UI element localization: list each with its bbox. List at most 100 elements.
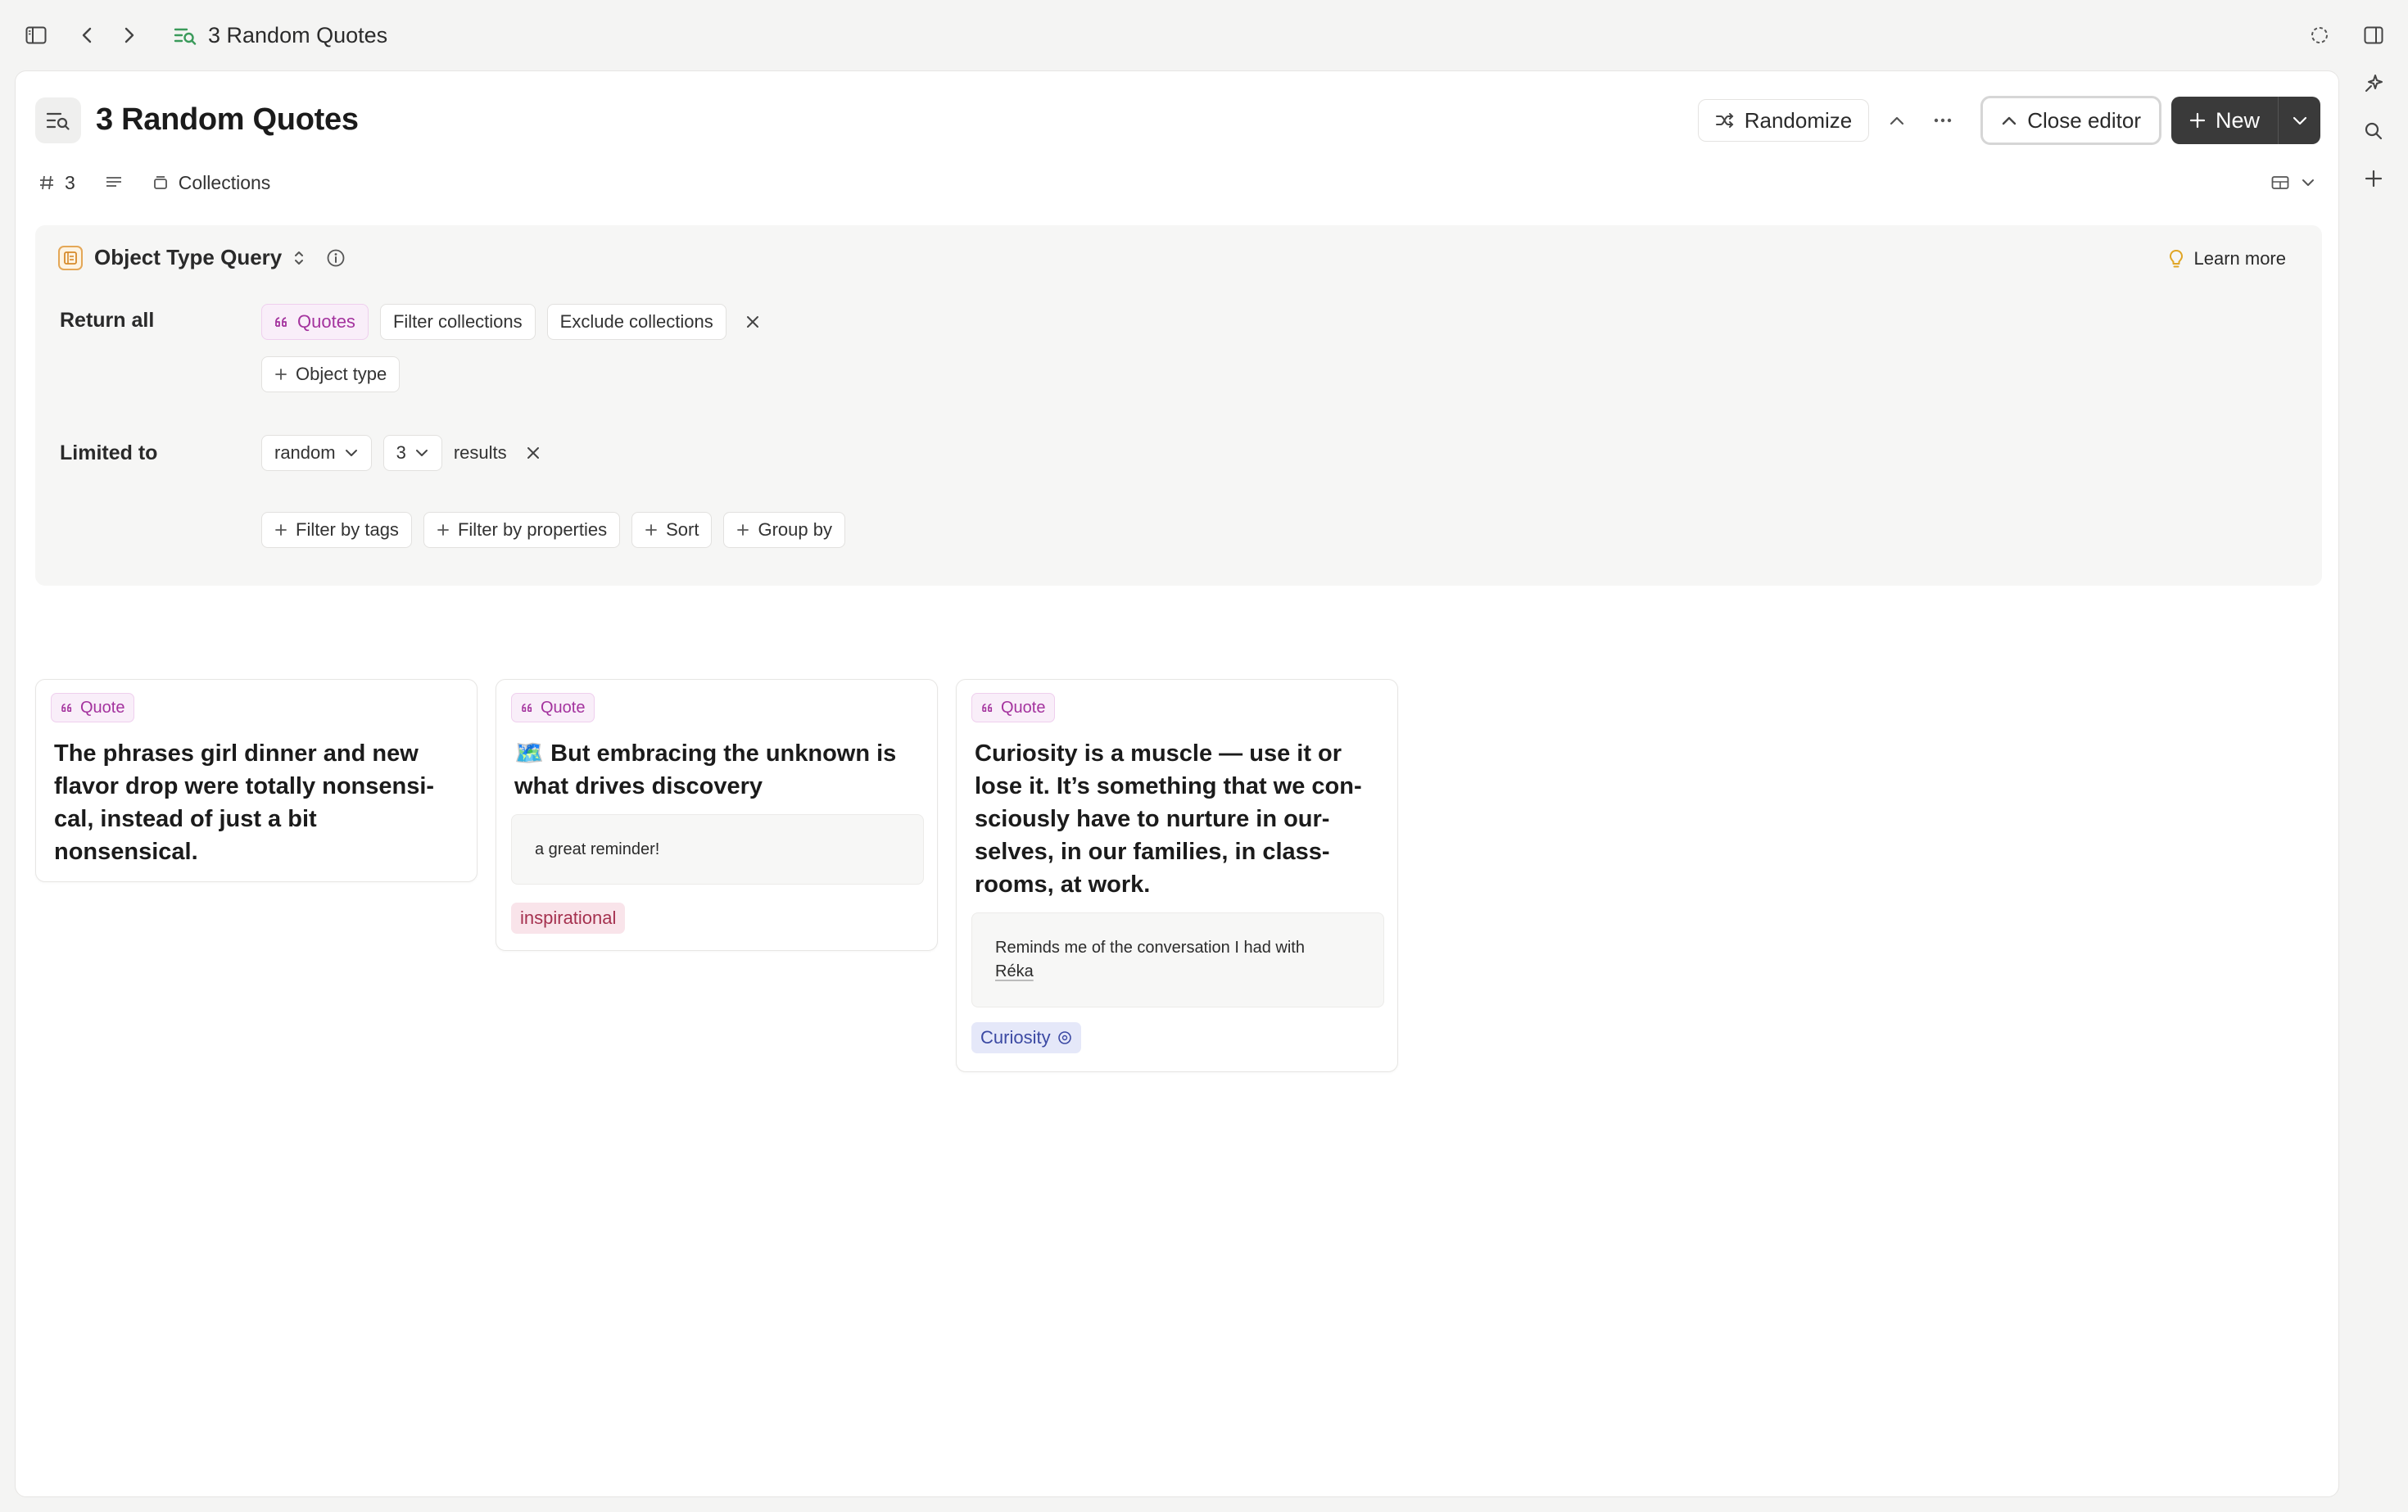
filter-collections-chip[interactable]: Filter collections — [379, 304, 536, 340]
note-text: a great reminder! — [535, 840, 660, 858]
learn-more-label: Learn more — [2193, 248, 2286, 269]
exclude-collections-chip[interactable]: Exclude collections — [546, 304, 726, 340]
search-icon[interactable] — [2356, 113, 2392, 149]
plus-icon — [437, 523, 450, 536]
add-icon[interactable] — [2356, 161, 2392, 197]
new-button-group: New — [2170, 97, 2320, 144]
sync-icon[interactable] — [2302, 17, 2338, 53]
more-options-icon[interactable] — [1921, 99, 1964, 142]
mention-link[interactable]: Réka — [995, 960, 1360, 984]
quote-type-badge: Quote — [511, 693, 595, 722]
tag-badge[interactable]: inspirational — [511, 903, 626, 934]
ai-sparkle-icon[interactable] — [2356, 66, 2392, 102]
quote-badge-label: Quote — [80, 698, 125, 717]
window-title[interactable]: 3 Random Quotes — [174, 18, 387, 52]
quotes-type-chip[interactable]: Quotes — [261, 304, 369, 340]
query-type-selector[interactable]: Object Type Query — [58, 245, 346, 270]
right-panel-toggle-icon[interactable] — [2356, 17, 2392, 53]
close-editor-button[interactable]: Close editor — [1980, 96, 2161, 145]
shuffle-icon — [1715, 112, 1735, 129]
quotes-chip-label: Quotes — [297, 311, 355, 332]
results-label: results — [453, 442, 507, 463]
quote-mark-icon — [61, 703, 74, 713]
chevron-down-icon — [344, 448, 359, 458]
note-text: Reminds me of the conversation I had wit… — [995, 939, 1305, 957]
randomize-button[interactable]: Randomize — [1697, 99, 1870, 142]
quote-badge-label: Quote — [541, 698, 586, 717]
sort-button[interactable]: Sort — [631, 512, 713, 548]
chevron-up-small-icon — [2001, 115, 2017, 126]
plus-icon — [645, 523, 658, 536]
add-object-type-button[interactable]: Object type — [261, 356, 401, 392]
query-actions: Filter by tags Filter by properties Sort… — [261, 512, 845, 548]
map-emoji-icon: 🗺️ — [514, 740, 545, 767]
tag-badge[interactable]: Curiosity — [971, 1022, 1081, 1053]
chevron-up-down-icon — [293, 248, 305, 268]
lightbulb-icon — [2169, 249, 2184, 269]
object-type-label: Object type — [296, 364, 387, 384]
plus-icon — [274, 523, 287, 536]
filter-by-tags-label: Filter by tags — [296, 519, 399, 540]
collection-icon — [152, 174, 169, 191]
sidebar-toggle-icon[interactable] — [18, 17, 54, 53]
filter-collections-label: Filter collections — [392, 311, 523, 332]
remove-return-all-icon[interactable] — [738, 307, 767, 337]
window-title-text: 3 Random Quotes — [208, 22, 388, 48]
main-panel: 3 Random Quotes Randomize Close editor N… — [15, 70, 2339, 1497]
forward-icon[interactable] — [111, 17, 147, 53]
plus-icon — [274, 368, 287, 381]
query-type-label: Object Type Query — [94, 245, 283, 269]
quote-mark-icon — [981, 703, 994, 713]
count-indicator[interactable]: 3 — [38, 172, 75, 194]
back-icon[interactable] — [69, 17, 105, 53]
learn-more-link[interactable]: Learn more — [2169, 248, 2286, 269]
chevron-up-icon[interactable] — [1876, 99, 1918, 142]
view-switcher[interactable] — [2271, 166, 2315, 199]
plus-icon — [2189, 112, 2206, 129]
sub-toolbar: 3 Collections — [38, 166, 2315, 199]
tag-info-icon — [1057, 1030, 1072, 1045]
chevron-down-icon — [2301, 178, 2315, 188]
remove-limit-icon[interactable] — [518, 438, 548, 468]
description-toggle[interactable] — [105, 175, 123, 190]
query-type-icon — [58, 245, 83, 270]
page-title: 3 Random Quotes — [96, 102, 359, 137]
quote-mark-icon — [521, 703, 534, 713]
close-editor-label: Close editor — [2027, 107, 2141, 133]
quote-card[interactable]: Quote 🗺️ But embracing the unknown is wh… — [496, 679, 938, 951]
group-by-button[interactable]: Group by — [723, 512, 845, 548]
top-bar: 3 Random Quotes — [0, 0, 2408, 70]
limit-mode-value: random — [274, 442, 336, 463]
query-icon-button[interactable] — [35, 97, 81, 143]
query-list-icon — [174, 25, 197, 45]
quote-mark-icon — [274, 316, 289, 328]
collections-button[interactable]: Collections — [152, 172, 270, 194]
new-dropdown-button[interactable] — [2278, 97, 2320, 144]
filter-by-tags-button[interactable]: Filter by tags — [261, 512, 412, 548]
new-button[interactable]: New — [2171, 97, 2278, 144]
tag-label: inspirational — [520, 908, 617, 928]
quote-note: Reminds me of the conversation I had wit… — [971, 912, 1384, 1007]
page-header: 3 Random Quotes Randomize Close editor N… — [35, 96, 2320, 145]
quote-text: The phrases girl dinner and new flavor d… — [54, 740, 435, 865]
new-label: New — [2215, 107, 2260, 133]
quote-card[interactable]: Quote Curiosity is a muscle — use it or … — [956, 679, 1398, 1072]
query-editor: Object Type Query Learn more Return all … — [35, 225, 2322, 586]
limit-count-select[interactable]: 3 — [382, 435, 442, 471]
limit-mode-select[interactable]: random — [261, 435, 372, 471]
hash-icon — [38, 174, 55, 191]
chevron-down-icon — [414, 448, 429, 458]
info-icon[interactable] — [326, 248, 346, 268]
limited-to-label: Limited to — [60, 441, 158, 464]
chevron-down-icon — [2292, 115, 2308, 126]
quote-card[interactable]: Quote The phrases girl dinner and new fl… — [35, 679, 478, 882]
quote-badge-label: Quote — [1001, 698, 1046, 717]
quote-type-badge: Quote — [971, 693, 1056, 722]
limit-count-value: 3 — [396, 442, 406, 463]
quote-text: But embracing the unknown is what drives… — [514, 740, 897, 799]
plus-icon — [736, 523, 749, 536]
filter-by-properties-label: Filter by properties — [457, 519, 608, 540]
return-all-label: Return all — [60, 309, 155, 332]
count-value: 3 — [65, 171, 75, 193]
filter-by-properties-button[interactable]: Filter by properties — [423, 512, 621, 548]
